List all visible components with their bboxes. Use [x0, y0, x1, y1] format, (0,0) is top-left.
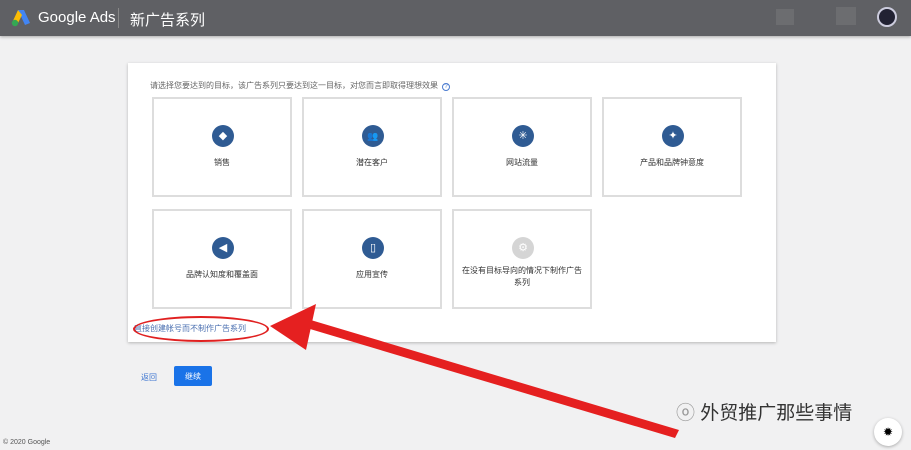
copyright: © 2020 Google: [3, 439, 51, 446]
bug-report-button[interactable]: ✹: [874, 418, 902, 446]
watermark: ⓞ 外贸推广那些事情: [676, 398, 852, 425]
arrow-shaft: [300, 318, 679, 438]
back-link[interactable]: 返回: [141, 372, 157, 383]
watermark-text: 外贸推广那些事情: [700, 403, 853, 424]
continue-button[interactable]: 继续: [174, 366, 212, 386]
wechat-icon: ⓞ: [676, 403, 701, 424]
arrow-head: [270, 304, 316, 350]
bug-icon: ✹: [882, 425, 894, 439]
annotation-arrow: [270, 304, 679, 438]
